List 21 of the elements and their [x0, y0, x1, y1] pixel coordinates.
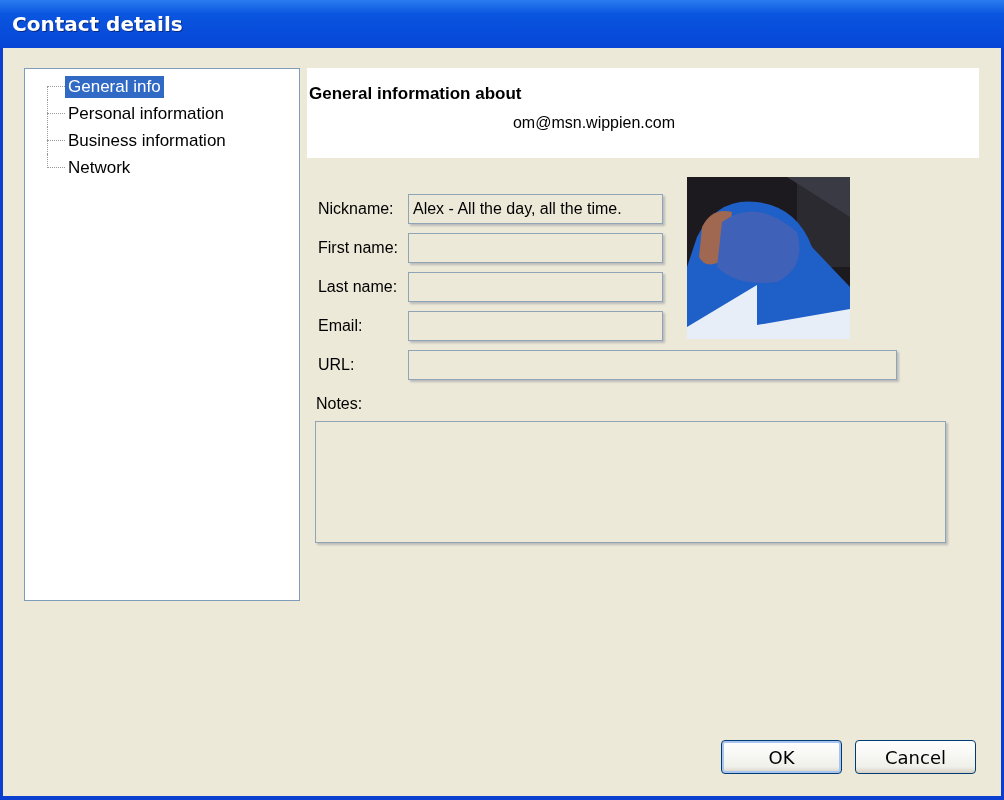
- notes-field[interactable]: [314, 421, 946, 543]
- tree-item[interactable]: Personal information: [65, 102, 227, 125]
- input-field[interactable]: [407, 350, 897, 380]
- field-label: Nickname:: [316, 200, 395, 218]
- field-label: Last name:: [316, 278, 399, 296]
- header-subtitle: om@msn.wippien.com: [511, 114, 676, 132]
- tree-item[interactable]: Network: [65, 156, 134, 179]
- notes-label: Notes:: [314, 395, 364, 413]
- header-title: General information about: [308, 84, 523, 104]
- dialog-button[interactable]: Cancel: [855, 740, 976, 774]
- tree-item[interactable]: General info: [65, 75, 164, 98]
- field-label: Email:: [316, 317, 364, 335]
- input-field[interactable]: Alex - All the day, all the time.: [407, 194, 663, 224]
- tree-item[interactable]: Business information: [65, 129, 229, 152]
- dialog-button[interactable]: OK: [721, 740, 842, 774]
- input-field[interactable]: [407, 311, 663, 341]
- window-title: Contact details: [11, 12, 183, 36]
- field-label: URL:: [316, 356, 356, 374]
- input-field[interactable]: [407, 233, 663, 263]
- field-label: First name:: [316, 239, 399, 257]
- input-field[interactable]: [407, 272, 663, 302]
